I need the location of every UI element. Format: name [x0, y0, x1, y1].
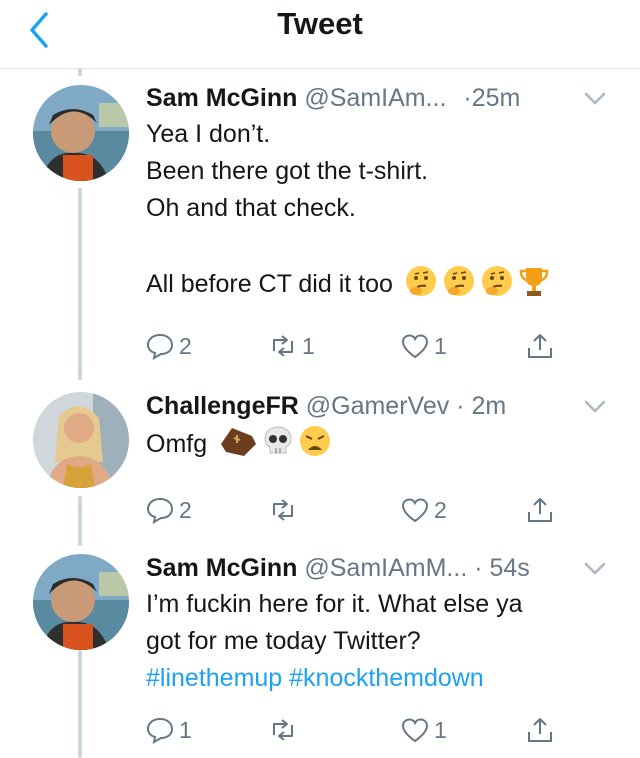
tweet-time: · 2m	[456, 392, 507, 420]
share-button[interactable]	[525, 326, 555, 366]
like-button[interactable]: 2	[400, 490, 447, 530]
author-name[interactable]: Sam McGinn	[146, 554, 297, 582]
tweet-line: Yea I don’t.	[146, 120, 271, 148]
heart-icon	[401, 498, 429, 523]
author-handle[interactable]: @GamerVev	[306, 392, 449, 420]
retweet-button[interactable]: 1	[268, 326, 315, 366]
reply-count: 2	[179, 332, 192, 359]
thread-line	[78, 68, 82, 76]
share-icon	[528, 498, 552, 522]
like-button[interactable]: 1	[400, 326, 447, 366]
like-count: 2	[434, 496, 447, 523]
tweet-line: Omfg	[146, 430, 208, 458]
tweet-line: I’m fuckin here for it. What else ya	[146, 590, 523, 618]
tweet-text: Yea I don’t. Been there got the t-shirt.…	[146, 116, 620, 303]
top-bar: Tweet	[0, 0, 640, 69]
tweet-header: ChallengeFR @GamerVev · 2m	[146, 388, 620, 424]
tweet[interactable]: ChallengeFR @GamerVev · 2m Omfg 2 2	[0, 388, 640, 538]
skull-icon	[264, 426, 292, 454]
author-name[interactable]: ChallengeFR	[146, 392, 299, 420]
tweet-header: Sam McGinn @SamIAmM... · 54s	[146, 550, 620, 586]
tweet-line: All before CT did it too	[146, 270, 393, 298]
tweet-line: Oh and that check.	[146, 194, 356, 222]
share-icon	[528, 718, 552, 742]
trophy-icon	[519, 268, 549, 296]
reply-icon	[146, 497, 174, 524]
tweet-actions: 1 1	[0, 710, 640, 750]
chevron-down-icon[interactable]	[584, 92, 606, 106]
reply-icon	[146, 333, 174, 360]
tweet-text: I’m fuckin here for it. What else ya got…	[146, 586, 620, 697]
retweet-button[interactable]	[268, 710, 302, 750]
heart-icon	[401, 718, 429, 743]
retweet-count: 1	[302, 332, 315, 359]
reply-button[interactable]: 2	[145, 326, 192, 366]
thinking-face-icon	[405, 266, 436, 296]
reply-icon	[146, 717, 174, 744]
avatar[interactable]	[33, 392, 129, 488]
author-handle[interactable]: @SamIAmM...	[304, 554, 467, 582]
thinking-face-icon	[443, 266, 474, 296]
tweet-actions: 2 1 1	[0, 326, 640, 366]
like-button[interactable]: 1	[400, 710, 447, 750]
heart-icon	[401, 334, 429, 359]
page-title: Tweet	[277, 6, 363, 41]
tweet-time: ·25m	[463, 84, 521, 112]
reply-button[interactable]: 1	[145, 710, 192, 750]
chevron-down-icon[interactable]	[584, 562, 606, 576]
retweet-icon	[273, 719, 293, 741]
author-name[interactable]: Sam McGinn	[146, 84, 297, 112]
tweet[interactable]: Sam McGinn @SamIAmM... · 54s I’m fuckin …	[0, 550, 640, 758]
tweet-text: Omfg	[146, 424, 620, 463]
like-count: 1	[434, 332, 447, 359]
chevron-down-icon[interactable]	[584, 400, 606, 414]
tweet-line: Been there got the t-shirt.	[146, 157, 429, 185]
coffin-icon	[221, 428, 257, 456]
tweet-header: Sam McGinn @SamIAm... ·25m	[146, 80, 620, 116]
hashtag-link[interactable]: #linethemup #knockthemdown	[146, 660, 620, 697]
reply-count: 2	[179, 496, 192, 523]
reply-count: 1	[179, 716, 192, 743]
thinking-face-icon	[481, 266, 512, 296]
retweet-icon	[273, 499, 293, 521]
reply-button[interactable]: 2	[145, 490, 192, 530]
tweet-actions: 2 2	[0, 490, 640, 530]
share-button[interactable]	[525, 490, 555, 530]
retweet-button[interactable]	[268, 490, 302, 530]
tweet[interactable]: Sam McGinn @SamIAm... ·25m Yea I don’t. …	[0, 80, 640, 380]
avatar[interactable]	[33, 85, 129, 181]
author-handle[interactable]: @SamIAm...	[304, 84, 446, 112]
retweet-icon	[273, 335, 293, 357]
weary-face-icon	[300, 426, 331, 456]
share-icon	[528, 334, 552, 358]
like-count: 1	[434, 716, 447, 743]
avatar[interactable]	[33, 554, 129, 650]
tweet-time: · 54s	[474, 554, 530, 582]
tweet-line: got for me today Twitter?	[146, 627, 421, 655]
share-button[interactable]	[525, 710, 555, 750]
